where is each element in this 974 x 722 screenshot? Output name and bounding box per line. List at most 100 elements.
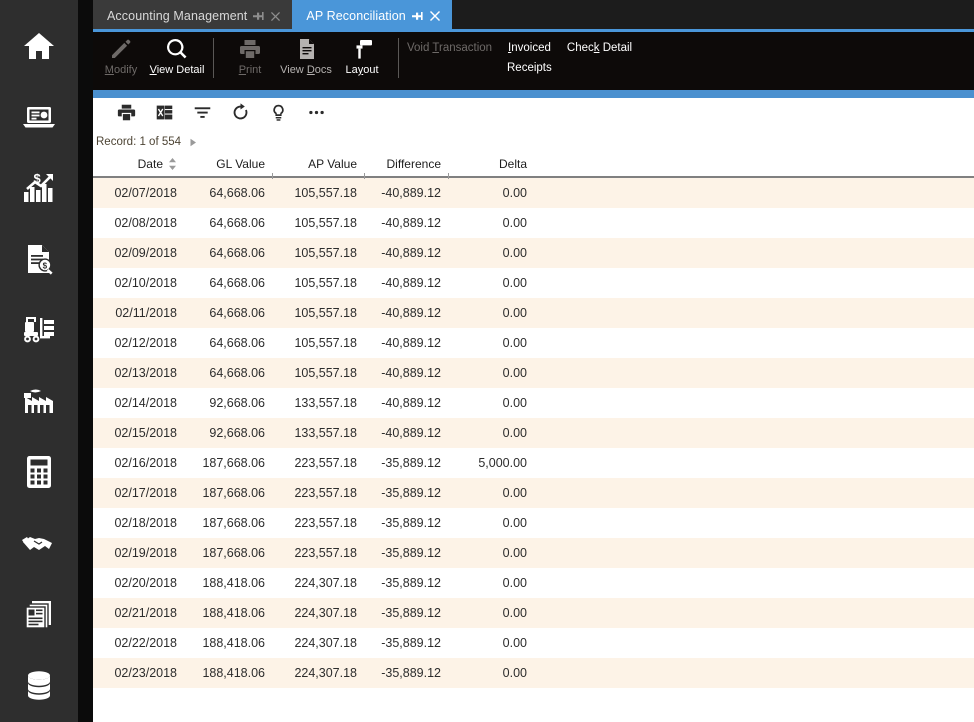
view-docs-button[interactable]: View Docs [278, 32, 334, 88]
cell-diff: -40,889.12 [381, 186, 441, 200]
receipts-link[interactable]: Receipts [507, 60, 552, 76]
column-header-difference[interactable]: Difference [365, 151, 449, 179]
column-header-label: GL Value [216, 157, 265, 171]
sidebar-item-document-inquiry[interactable]: $ [0, 223, 78, 294]
cell-delta: 0.00 [502, 276, 527, 290]
table-row[interactable]: 02/15/2018 92,668.06 133,557.18 -40,889.12 0… [93, 418, 974, 448]
invoiced-link[interactable]: Invoiced [508, 40, 551, 56]
cell-ap: 223,557.18 [294, 516, 357, 530]
cell-ap: 133,557.18 [294, 396, 357, 410]
cell-delta: 0.00 [502, 216, 527, 230]
layout-button[interactable]: Layout [334, 32, 390, 88]
table-row[interactable]: 02/08/2018 64,668.06 105,557.18 -40,889.12 0… [93, 208, 974, 238]
table-row[interactable]: 02/12/2018 64,668.06 105,557.18 -40,889.12 0… [93, 328, 974, 358]
column-header-date[interactable]: Date [93, 151, 185, 177]
table-row[interactable]: 02/13/2018 64,668.06 105,557.18 -40,889.12 0… [93, 358, 974, 388]
sidebar-item-financials[interactable]: $ [0, 152, 78, 223]
sidebar-divider-strip [78, 0, 93, 722]
printer-icon [239, 37, 261, 61]
cell-delta: 0.00 [502, 546, 527, 560]
cell-ap: 105,557.18 [294, 306, 357, 320]
documents-icon [23, 598, 55, 630]
table-row[interactable]: 02/07/2018 64,668.06 105,557.18 -40,889.12 0… [93, 178, 974, 208]
ellipsis-icon [307, 103, 326, 127]
cell-date: 02/08/2018 [114, 216, 177, 230]
cell-gl: 64,668.06 [209, 276, 265, 290]
cell-date: 02/13/2018 [114, 366, 177, 380]
filter-icon [193, 103, 212, 127]
record-counter: Record: 1 of 554 [96, 136, 182, 148]
column-header-gl-value[interactable]: GL Value [185, 151, 273, 179]
tab-accounting-management[interactable]: Accounting Management [93, 0, 293, 32]
ribbon-group-output: Print View Docs Layout [222, 32, 390, 90]
column-header-delta[interactable]: Delta [449, 151, 535, 177]
table-row[interactable]: 02/23/2018 188,418.06 224,307.18 -35,889.12… [93, 658, 974, 688]
table-row[interactable]: 02/09/2018 64,668.06 105,557.18 -40,889.12 0… [93, 238, 974, 268]
void-transaction-link[interactable]: Void Transaction [407, 40, 492, 56]
refresh-icon [231, 103, 250, 127]
table-row[interactable]: 02/19/2018 187,668.06 223,557.18 -35,889.12… [93, 538, 974, 568]
view-detail-button[interactable]: View Detail [149, 32, 205, 88]
lightbulb-icon [269, 103, 288, 127]
filter-button[interactable] [183, 100, 221, 130]
pin-icon[interactable] [411, 11, 424, 21]
sidebar-item-workstation[interactable] [0, 81, 78, 152]
check-detail-link[interactable]: Check Detail [567, 40, 632, 56]
refresh-button[interactable] [221, 100, 259, 130]
table-row[interactable]: 02/18/2018 187,668.06 223,557.18 -35,889.12… [93, 508, 974, 538]
print-label: Print [238, 64, 262, 76]
table-row[interactable]: 02/20/2018 188,418.06 224,307.18 -35,889.12… [93, 568, 974, 598]
pencil-icon [110, 37, 132, 61]
cell-ap: 223,557.18 [294, 486, 357, 500]
cell-delta: 0.00 [502, 636, 527, 650]
handshake-icon [20, 531, 58, 555]
export-excel-button[interactable] [145, 100, 183, 130]
cell-diff: -40,889.12 [381, 366, 441, 380]
cell-gl: 64,668.06 [209, 186, 265, 200]
accent-bar [93, 90, 974, 98]
cell-gl: 64,668.06 [209, 306, 265, 320]
cell-delta: 5,000.00 [478, 456, 527, 470]
sidebar-item-data[interactable] [0, 649, 78, 720]
sidebar-item-home[interactable] [0, 10, 78, 81]
print-grid-button[interactable] [107, 100, 145, 130]
tab-label: Accounting Management [107, 9, 248, 23]
table-row[interactable]: 02/14/2018 92,668.06 133,557.18 -40,889.12 0… [93, 388, 974, 418]
cell-delta: 0.00 [502, 186, 527, 200]
sidebar-item-manufacturing[interactable] [0, 365, 78, 436]
column-header-label: Difference [386, 157, 441, 171]
table-row[interactable]: 02/22/2018 188,418.06 224,307.18 -35,889.12… [93, 628, 974, 658]
main-pane: Accounting Management AP Reconciliation [93, 0, 974, 722]
layout-label: Layout [345, 64, 379, 76]
sidebar-item-warehouse[interactable] [0, 294, 78, 365]
forklift-icon [21, 316, 57, 344]
sidebar-item-reports[interactable] [0, 578, 78, 649]
cell-diff: -40,889.12 [381, 276, 441, 290]
sidebar-item-accounting[interactable] [0, 436, 78, 507]
pin-icon[interactable] [253, 11, 265, 21]
table-row[interactable]: 02/21/2018 188,418.06 224,307.18 -35,889.12… [93, 598, 974, 628]
hint-button[interactable] [259, 100, 297, 130]
more-options-button[interactable] [297, 100, 335, 130]
document-icon [295, 37, 317, 61]
cell-delta: 0.00 [502, 486, 527, 500]
cell-diff: -35,889.12 [381, 666, 441, 680]
close-icon[interactable] [429, 11, 440, 21]
close-icon[interactable] [271, 11, 281, 21]
cell-gl: 64,668.06 [209, 366, 265, 380]
modify-button[interactable]: Modify [93, 32, 149, 88]
cell-gl: 187,668.06 [202, 456, 265, 470]
table-row[interactable]: 02/11/2018 64,668.06 105,557.18 -40,889.12 0… [93, 298, 974, 328]
print-button[interactable]: Print [222, 32, 278, 88]
column-header-ap-value[interactable]: AP Value [273, 151, 365, 179]
content-area: Record: 1 of 554 Date GL Value AP Value … [93, 98, 974, 722]
table-row[interactable]: 02/16/2018 187,668.06 223,557.18 -35,889.12… [93, 448, 974, 478]
sort-arrows-icon[interactable] [168, 158, 177, 170]
cell-gl: 92,668.06 [209, 396, 265, 410]
tab-ap-reconciliation[interactable]: AP Reconciliation [292, 0, 452, 32]
triangle-right-icon[interactable] [189, 138, 198, 147]
table-row[interactable]: 02/17/2018 187,668.06 223,557.18 -35,889.12… [93, 478, 974, 508]
sidebar-item-partners[interactable] [0, 507, 78, 578]
cell-gl: 188,418.06 [202, 606, 265, 620]
table-row[interactable]: 02/10/2018 64,668.06 105,557.18 -40,889.12 0… [93, 268, 974, 298]
